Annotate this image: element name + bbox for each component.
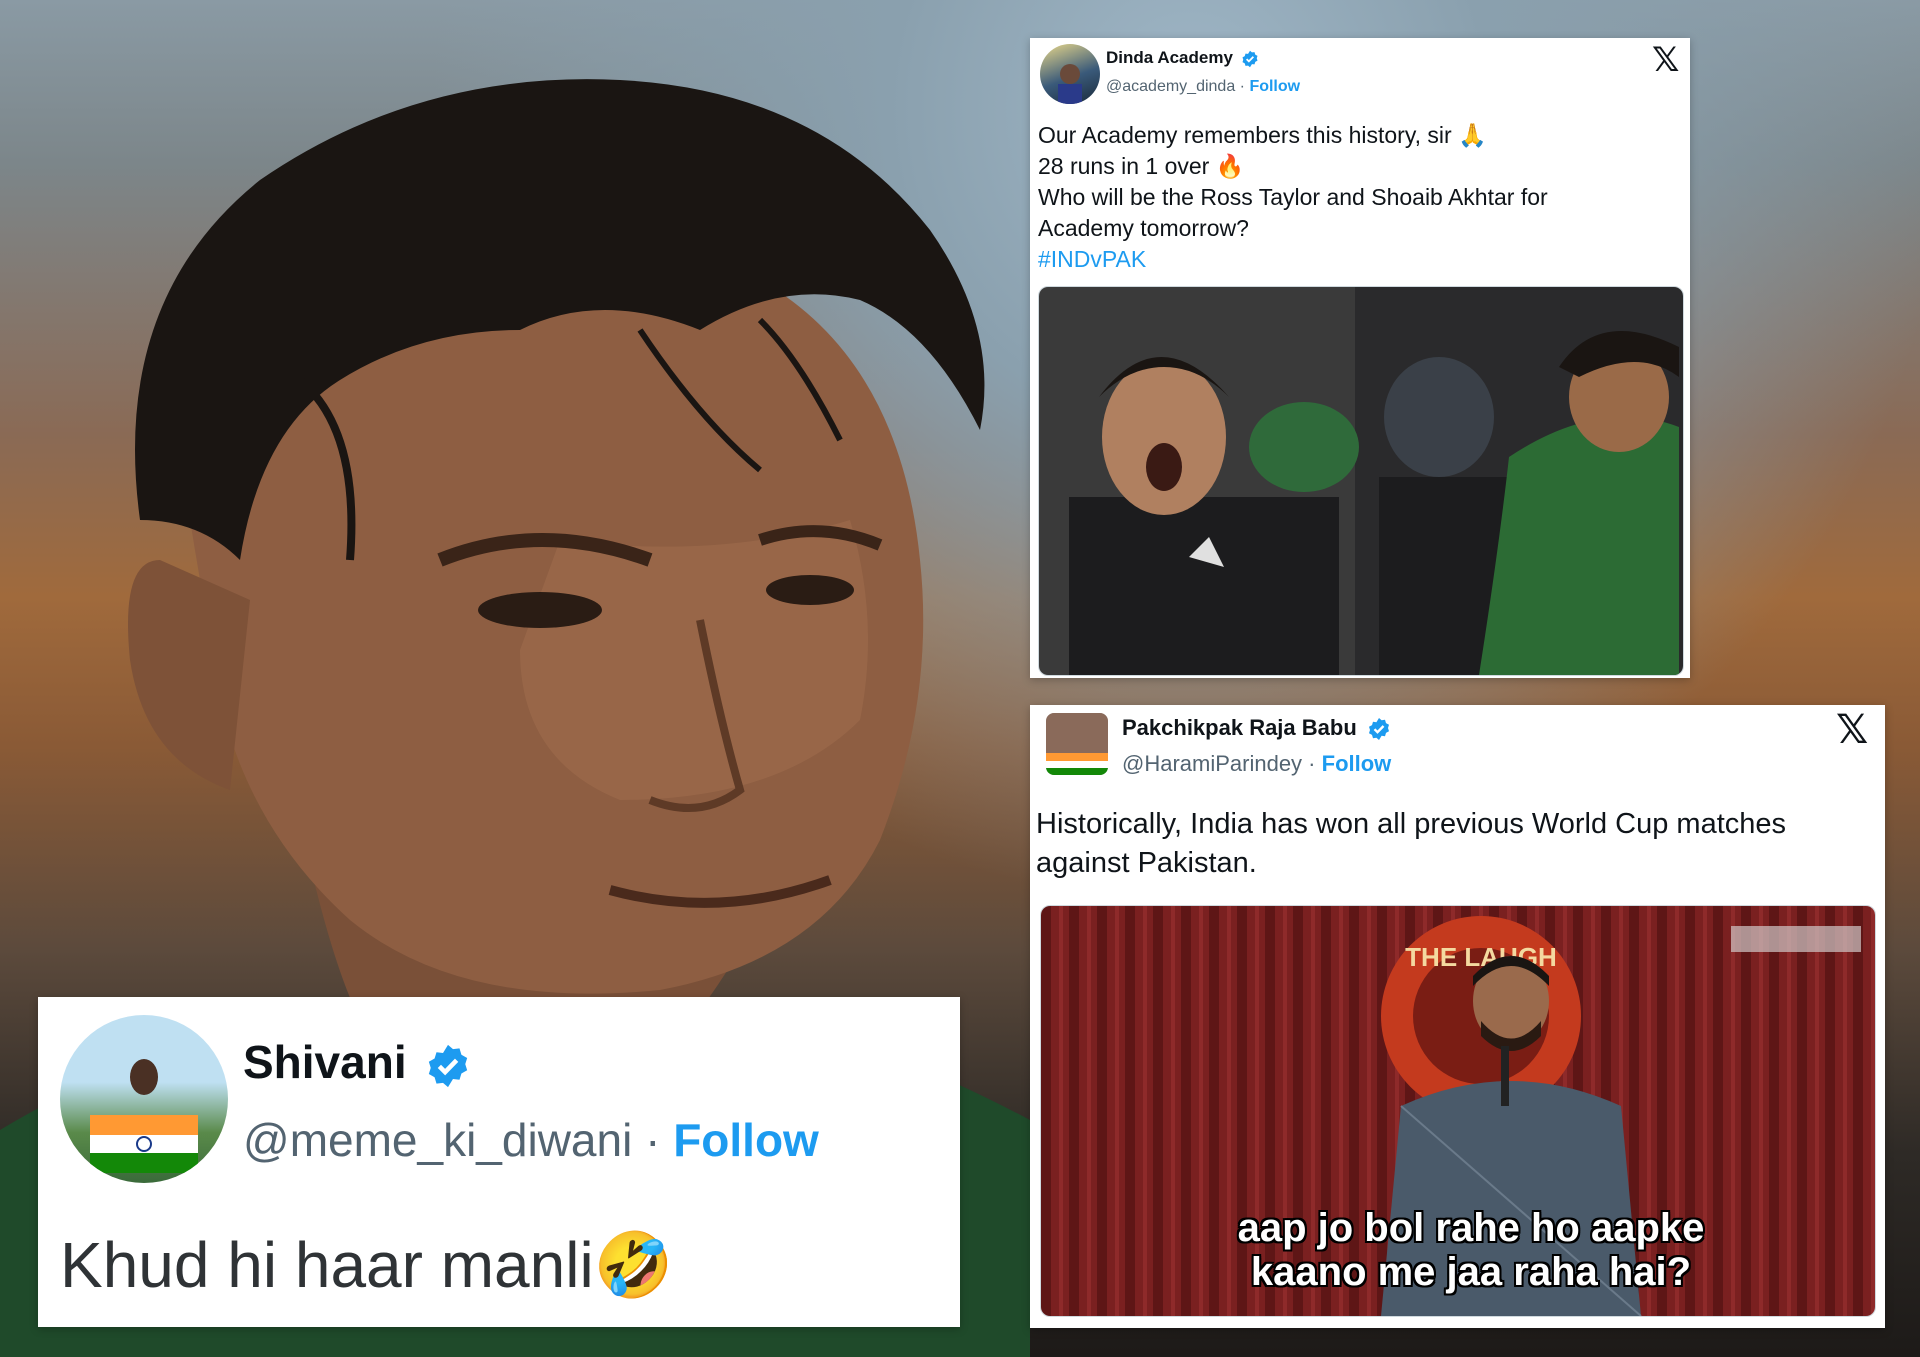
tweet-line: Historically, India has won all previous… bbox=[1036, 808, 1787, 840]
handle[interactable]: @academy_dinda bbox=[1106, 78, 1235, 95]
caption-line: kaano me jaa raha hai? bbox=[1250, 1250, 1692, 1294]
display-name-text[interactable]: Pakchikpak Raja Babu bbox=[1122, 715, 1357, 740]
tweet-card-pakchikpak: Pakchikpak Raja Babu @HaramiParindey · F… bbox=[1030, 705, 1885, 1328]
tweet-line: Who will be the Ross Taylor and Shoaib A… bbox=[1038, 184, 1548, 210]
tweet-text: Khud hi haar manli🤣 bbox=[60, 1229, 674, 1301]
caption-line: aap jo bol rahe ho aapke bbox=[1237, 1206, 1705, 1250]
tweet-media-image[interactable]: THE LAUGH aap jo bol rahe ho aapke kaano… bbox=[1040, 905, 1876, 1317]
handle-line: @meme_ki_diwani · Follow bbox=[243, 1113, 819, 1167]
cricket-photo-collage bbox=[1039, 287, 1683, 675]
tweet-line: 28 runs in 1 over 🔥 bbox=[1038, 153, 1245, 179]
avatar[interactable] bbox=[60, 1015, 228, 1183]
separator: · bbox=[1235, 78, 1250, 95]
avatar[interactable] bbox=[1040, 44, 1100, 104]
display-name[interactable]: Shivani bbox=[243, 1035, 471, 1089]
tweet-line: Our Academy remembers this history, sir … bbox=[1038, 122, 1487, 148]
meme-caption: aap jo bol rahe ho aapke kaano me jaa ra… bbox=[1121, 1206, 1821, 1294]
tweet-card-shivani: Shivani @meme_ki_diwani · Follow Khud hi… bbox=[38, 997, 960, 1327]
tweet-media-image[interactable] bbox=[1038, 286, 1684, 676]
follow-button[interactable]: Follow bbox=[1249, 78, 1300, 95]
follow-button[interactable]: Follow bbox=[1322, 751, 1392, 776]
handle-line: @academy_dinda · Follow bbox=[1106, 78, 1300, 96]
handle-line: @HaramiParindey · Follow bbox=[1122, 751, 1391, 777]
tweet-card-dinda-academy: Dinda Academy @academy_dinda · Follow 𝕏 … bbox=[1030, 38, 1690, 678]
tweet-line: against Pakistan. bbox=[1036, 847, 1257, 879]
hashtag-link[interactable]: #INDvPAK bbox=[1038, 244, 1678, 275]
follow-button[interactable]: Follow bbox=[673, 1114, 819, 1166]
display-name-text[interactable]: Shivani bbox=[243, 1036, 407, 1088]
tweet-text: Historically, India has won all previous… bbox=[1036, 805, 1881, 883]
verified-badge-icon bbox=[429, 1044, 468, 1087]
verified-badge-icon bbox=[1368, 718, 1389, 741]
handle[interactable]: @HaramiParindey bbox=[1122, 751, 1302, 776]
tweet-line: Academy tomorrow? bbox=[1038, 215, 1249, 241]
separator: · bbox=[632, 1114, 674, 1166]
verified-badge-icon bbox=[1242, 50, 1258, 67]
display-name[interactable]: Dinda Academy bbox=[1106, 48, 1259, 68]
display-name-text[interactable]: Dinda Academy bbox=[1106, 48, 1233, 67]
handle[interactable]: @meme_ki_diwani bbox=[243, 1114, 632, 1166]
avatar[interactable] bbox=[1046, 713, 1108, 775]
close-icon[interactable]: 𝕏 bbox=[1836, 707, 1868, 753]
tweet-text: Our Academy remembers this history, sir … bbox=[1038, 120, 1678, 275]
separator: · bbox=[1302, 751, 1322, 776]
close-icon[interactable]: 𝕏 bbox=[1652, 40, 1679, 80]
display-name[interactable]: Pakchikpak Raja Babu bbox=[1122, 715, 1391, 741]
